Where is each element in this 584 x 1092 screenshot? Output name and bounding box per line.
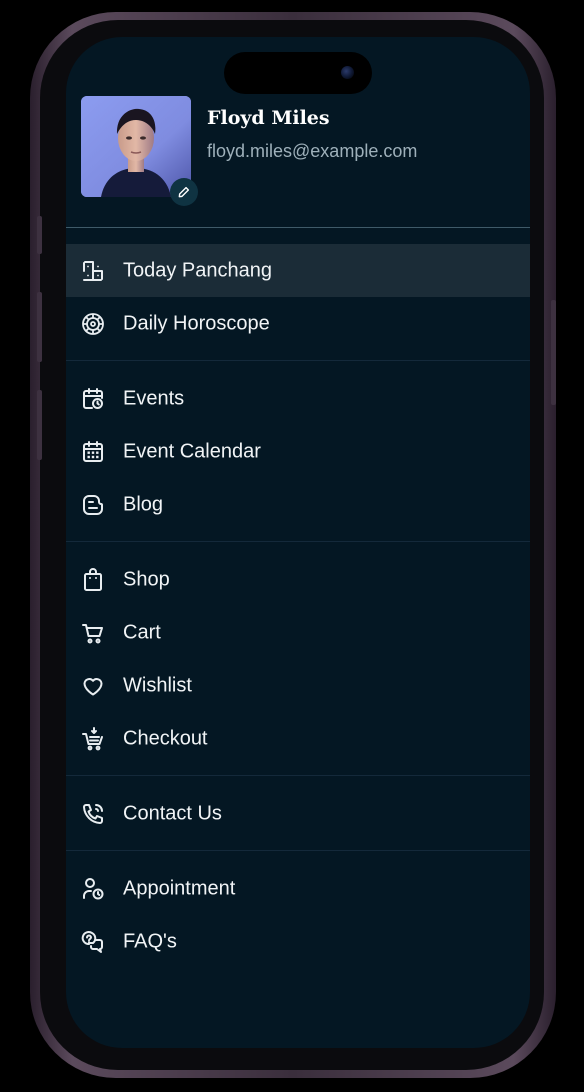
menu-item-checkout[interactable]: Checkout bbox=[66, 712, 530, 765]
menu-item-label: Contact Us bbox=[123, 802, 222, 824]
menu-item-appointment[interactable]: Appointment bbox=[66, 862, 530, 915]
menu-item-faqs[interactable]: FAQ's bbox=[66, 915, 530, 968]
cart-icon bbox=[80, 620, 106, 646]
blogger-icon bbox=[80, 492, 106, 518]
menu-item-contact-us[interactable]: Contact Us bbox=[66, 787, 530, 840]
app-screen: Floyd Miles floyd.miles@example.com Toda… bbox=[66, 37, 530, 1048]
zodiac-wheel-icon bbox=[80, 311, 106, 337]
menu-item-wishlist[interactable]: Wishlist bbox=[66, 659, 530, 712]
menu-item-cart[interactable]: Cart bbox=[66, 606, 530, 659]
volume-down-button bbox=[37, 390, 42, 460]
menu-item-today-panchang[interactable]: Today Panchang bbox=[66, 244, 530, 297]
profile-header: Floyd Miles floyd.miles@example.com bbox=[66, 37, 530, 229]
menu-item-daily-horoscope[interactable]: Daily Horoscope bbox=[66, 297, 530, 350]
menu-item-label: Checkout bbox=[123, 727, 208, 749]
menu-item-label: Cart bbox=[123, 621, 161, 643]
user-name: Floyd Miles bbox=[207, 107, 330, 129]
menu-item-label: Shop bbox=[123, 568, 170, 590]
edit-avatar-button[interactable] bbox=[170, 178, 198, 206]
calendar-clock-icon bbox=[80, 386, 106, 412]
nav-menu: Today Panchang Daily Horoscope Events Ev… bbox=[66, 244, 530, 968]
shopping-bag-icon bbox=[80, 567, 106, 593]
menu-item-label: Appointment bbox=[123, 877, 236, 899]
action-button bbox=[37, 216, 42, 254]
phone-call-icon bbox=[80, 801, 106, 827]
section-divider bbox=[66, 350, 530, 372]
menu-item-blog[interactable]: Blog bbox=[66, 478, 530, 531]
calendar-grid-icon bbox=[80, 439, 106, 465]
section-divider bbox=[66, 765, 530, 787]
faq-chat-icon bbox=[80, 929, 106, 955]
profile-divider bbox=[66, 227, 530, 228]
menu-item-label: Events bbox=[123, 387, 185, 409]
menu-item-events[interactable]: Events bbox=[66, 372, 530, 425]
menu-item-label: Wishlist bbox=[123, 674, 192, 696]
volume-up-button bbox=[37, 292, 42, 362]
heart-icon bbox=[80, 673, 106, 699]
section-divider bbox=[66, 840, 530, 862]
section-divider bbox=[66, 531, 530, 553]
user-email: floyd.miles@example.com bbox=[207, 141, 418, 161]
menu-item-label: Event Calendar bbox=[123, 440, 261, 462]
menu-item-label: Today Panchang bbox=[123, 259, 273, 281]
menu-item-label: Blog bbox=[123, 493, 164, 515]
user-clock-icon bbox=[80, 876, 106, 902]
swastika-icon bbox=[80, 258, 106, 284]
cart-checkout-icon bbox=[80, 726, 106, 752]
menu-item-label: Daily Horoscope bbox=[123, 312, 270, 334]
menu-item-event-calendar[interactable]: Event Calendar bbox=[66, 425, 530, 478]
pencil-icon bbox=[178, 186, 190, 198]
menu-item-shop[interactable]: Shop bbox=[66, 553, 530, 606]
power-button bbox=[551, 300, 556, 405]
menu-item-label: FAQ's bbox=[123, 930, 177, 952]
